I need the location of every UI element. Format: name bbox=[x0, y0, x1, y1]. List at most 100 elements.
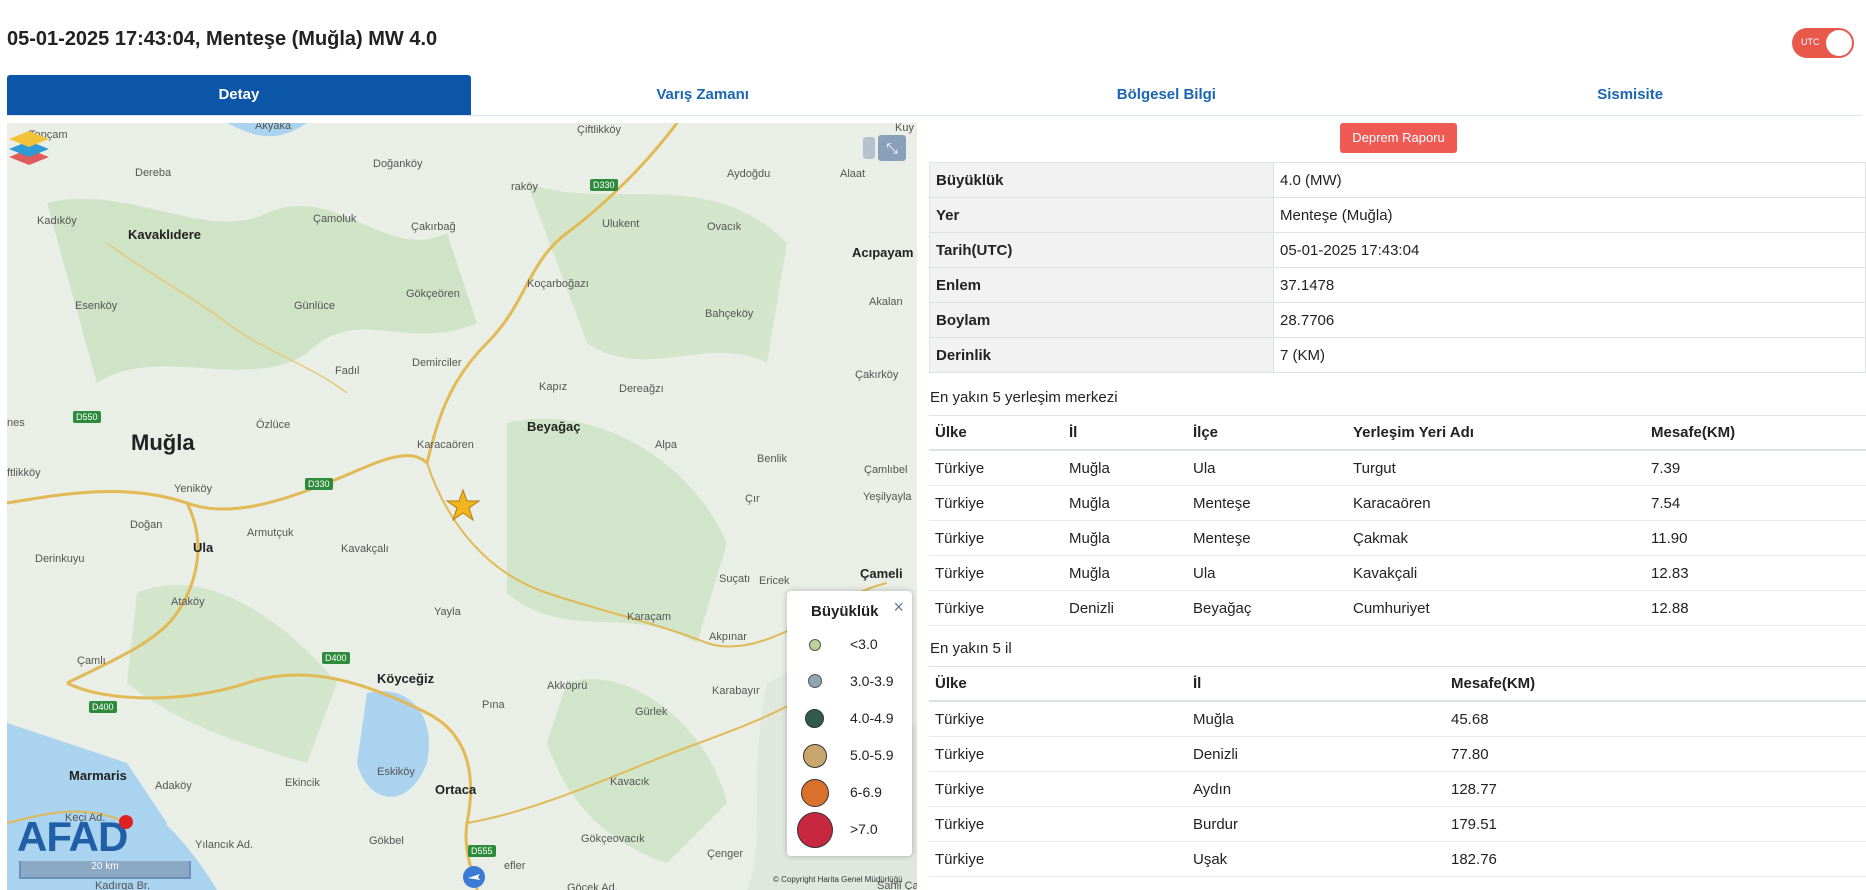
place-label: Benlik bbox=[757, 453, 787, 465]
legend-dot bbox=[803, 744, 827, 768]
legend-dot bbox=[805, 709, 824, 728]
epicenter-star-icon[interactable] bbox=[446, 488, 480, 522]
magnitude-legend: Büyüklük × <3.0 3.0-3.9 4.0-4.9 5.0-5.9 … bbox=[787, 591, 912, 856]
details-key: Boylam bbox=[929, 302, 1274, 338]
legend-dot bbox=[808, 674, 822, 688]
place-label: Çakırköy bbox=[855, 369, 899, 381]
place-label: Kavakçalı bbox=[341, 543, 389, 555]
table-cell: Muğla bbox=[1063, 555, 1187, 591]
place-label: Pına bbox=[482, 699, 505, 711]
utc-toggle[interactable]: UTC bbox=[1792, 28, 1854, 58]
place-label: Köyceğiz bbox=[377, 671, 435, 686]
table-cell: Beyağaç bbox=[1187, 590, 1347, 626]
details-value: 37.1478 bbox=[1273, 267, 1866, 303]
details-row: Boylam 28.7706 bbox=[929, 302, 1866, 338]
table-cell: 128.77 bbox=[1445, 771, 1866, 807]
table-cell: 12.83 bbox=[1645, 555, 1866, 591]
place-label: ftlikköy bbox=[7, 467, 41, 479]
tab-detay[interactable]: Detay bbox=[7, 75, 471, 115]
table-cell: Türkiye bbox=[929, 736, 1187, 772]
road-shield: D330 bbox=[305, 478, 333, 490]
place-label: Kadırga Br. bbox=[95, 880, 151, 890]
place-label: Çamoluk bbox=[313, 213, 357, 225]
place-label: Ericek bbox=[759, 575, 790, 587]
road-shield: D400 bbox=[89, 701, 117, 713]
details-table: Büyüklük 4.0 (MW) Yer Menteşe (Muğla) Tari… bbox=[929, 162, 1866, 373]
place-label: Derinkuyu bbox=[35, 553, 85, 565]
table-cell: Denizli bbox=[1187, 736, 1445, 772]
place-label: Göcek Ad. bbox=[567, 882, 618, 890]
place-label: Ula bbox=[193, 540, 214, 555]
legend-title: Büyüklük bbox=[811, 603, 879, 620]
table-row: Türkiye Denizli Beyağaç Cumhuriyet 12.88 bbox=[929, 590, 1866, 626]
tab-sismisite[interactable]: Sismisite bbox=[1398, 75, 1862, 115]
table-cell: 7.54 bbox=[1645, 485, 1866, 521]
layers-icon[interactable] bbox=[7, 123, 51, 169]
table-cell: Denizli bbox=[1063, 590, 1187, 626]
table-cell: Ula bbox=[1187, 450, 1347, 486]
place-label: Ovacık bbox=[707, 221, 742, 233]
table-cell: Türkiye bbox=[929, 841, 1187, 877]
table-cell: 12.88 bbox=[1645, 590, 1866, 626]
place-label: Gökbel bbox=[369, 835, 404, 847]
details-key: Büyüklük bbox=[929, 162, 1274, 198]
table-row: Türkiye Burdur 179.51 bbox=[929, 806, 1866, 842]
place-label: Özlüce bbox=[256, 419, 291, 431]
column-header: İl bbox=[1063, 415, 1187, 451]
column-header: İl bbox=[1187, 666, 1445, 702]
place-label: Karabayır bbox=[712, 685, 760, 697]
road-shield: D330 bbox=[590, 179, 618, 191]
place-label: Suçatı bbox=[719, 573, 751, 585]
legend-dot bbox=[801, 779, 829, 807]
place-label: Karaçam bbox=[627, 611, 672, 623]
table-cell: 77.80 bbox=[1445, 736, 1866, 772]
place-label: Akalan bbox=[869, 296, 903, 308]
legend-item: <3.0 bbox=[787, 627, 912, 663]
column-header: İlçe bbox=[1187, 415, 1347, 451]
map-scale: 20 km bbox=[19, 861, 191, 879]
tab-varis-zamani[interactable]: Varış Zamanı bbox=[471, 75, 935, 115]
details-row: Enlem 37.1478 bbox=[929, 267, 1866, 303]
settlements-heading: En yakın 5 yerleşim merkezi bbox=[930, 389, 1118, 406]
details-row: Derinlik 7 (KM) bbox=[929, 337, 1866, 373]
table-cell: Türkiye bbox=[929, 520, 1063, 556]
table-cell: Ula bbox=[1187, 555, 1347, 591]
place-label: Gökçeören bbox=[406, 288, 460, 300]
map-view[interactable]: Topçam Akyaka Çiftlikköy Kuy Dereba Doğa… bbox=[7, 123, 917, 890]
afad-logo: AFAD bbox=[17, 813, 128, 860]
place-label: Beyağaç bbox=[527, 419, 581, 434]
place-label: Yayla bbox=[434, 606, 461, 618]
place-label: Yeşilyayla bbox=[863, 491, 912, 503]
flag-icon bbox=[119, 815, 133, 829]
table-cell: Kavakçali bbox=[1347, 555, 1645, 591]
table-cell: 45.68 bbox=[1445, 701, 1866, 737]
place-label: Çamlıbel bbox=[864, 464, 908, 476]
tab-bar: Detay Varış Zamanı Bölgesel Bilgi Sismis… bbox=[7, 75, 1862, 116]
road-shield: D400 bbox=[322, 652, 350, 664]
place-label: Gürlek bbox=[635, 706, 668, 718]
fullscreen-icon[interactable]: ⤡ bbox=[878, 135, 906, 161]
table-cell: 7.39 bbox=[1645, 450, 1866, 486]
table-header-row: Ülke İl İlçe Yerleşim Yeri Adı Mesafe(KM… bbox=[929, 415, 1866, 451]
place-label: Akköprü bbox=[547, 680, 588, 692]
details-value: Menteşe (Muğla) bbox=[1273, 197, 1866, 233]
column-header: Mesafe(KM) bbox=[1645, 415, 1866, 451]
table-cell: Menteşe bbox=[1187, 485, 1347, 521]
tab-bolgesel-bilgi[interactable]: Bölgesel Bilgi bbox=[935, 75, 1399, 115]
place-label: Gökçeovacık bbox=[581, 833, 645, 845]
provinces-table: Ülke İl Mesafe(KM) Türkiye Muğla 45.68 Tür… bbox=[929, 666, 1866, 877]
legend-dot bbox=[809, 639, 821, 651]
table-row: Türkiye Uşak 182.76 bbox=[929, 841, 1866, 877]
details-value: 4.0 (MW) bbox=[1273, 162, 1866, 198]
map-slider-handle[interactable] bbox=[863, 137, 875, 159]
earthquake-report-button[interactable]: Deprem Raporu bbox=[1340, 123, 1457, 153]
place-label: Ataköy bbox=[171, 596, 205, 608]
utc-toggle-label: UTC bbox=[1801, 37, 1820, 47]
details-value: 28.7706 bbox=[1273, 302, 1866, 338]
table-header-row: Ülke İl Mesafe(KM) bbox=[929, 666, 1866, 702]
place-label: Demirciler bbox=[412, 357, 462, 369]
place-label: Koçarboğazı bbox=[527, 278, 589, 290]
place-label: Akyaka bbox=[255, 123, 292, 132]
close-icon[interactable]: × bbox=[893, 597, 904, 618]
place-label: efler bbox=[504, 860, 526, 872]
